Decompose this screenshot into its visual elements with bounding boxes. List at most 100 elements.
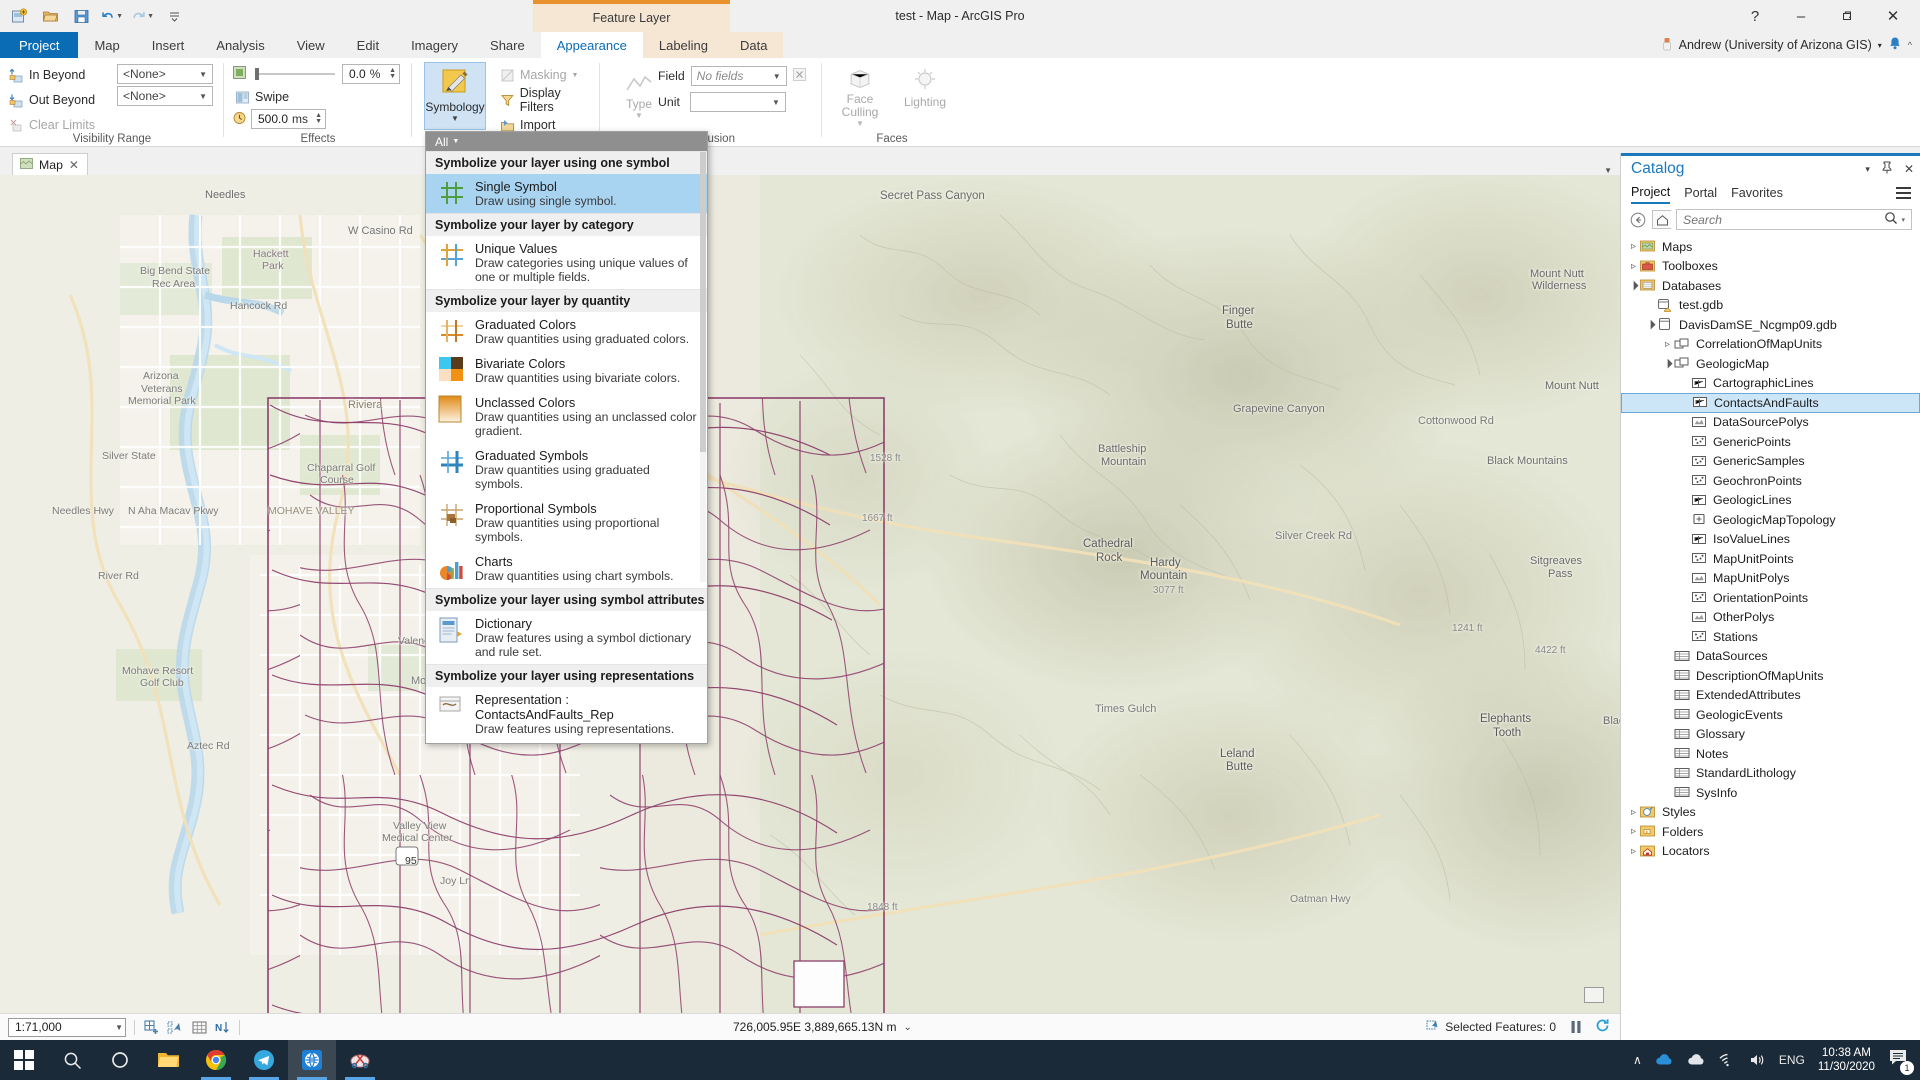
tab-appearance[interactable]: Appearance (540, 32, 643, 58)
catalog-tree-item[interactable]: MapUnitPolys (1621, 569, 1920, 589)
extrusion-field-combo[interactable]: No fields ▼ (690, 66, 787, 86)
tab-labeling[interactable]: Labeling (642, 32, 725, 58)
catalog-tree-item[interactable]: ▹ CorrelationOfMapUnits (1621, 335, 1920, 355)
account-dropdown-arrow[interactable]: ▾ (1878, 41, 1882, 50)
cloud-white-icon[interactable] (1687, 1053, 1706, 1067)
symbology-menu-scrollbar[interactable] (700, 152, 706, 582)
language-indicator[interactable]: ENG (1779, 1053, 1805, 1067)
new-project-icon[interactable] (8, 5, 30, 27)
bell-icon[interactable] (1888, 36, 1902, 54)
restore-button[interactable] (1824, 0, 1870, 32)
catalog-close-icon[interactable]: ✕ (1904, 162, 1914, 176)
clock[interactable]: 10:38 AM 11/30/2020 (1818, 1046, 1875, 1074)
catalog-tree-item[interactable]: Glossary (1621, 725, 1920, 745)
catalog-tree-item[interactable]: ◢ DavisDamSE_Ncgmp09.gdb (1621, 315, 1920, 335)
catalog-tree-item[interactable]: Stations (1621, 627, 1920, 647)
chevron-right-icon[interactable]: ▹ (1627, 846, 1640, 857)
catalog-tree-item[interactable]: GeologicEvents (1621, 705, 1920, 725)
tab-view[interactable]: View (281, 32, 341, 58)
catalog-tree-item[interactable]: Notes (1621, 744, 1920, 764)
spinner-arrows[interactable]: ▲ ▼ (389, 67, 399, 80)
out-beyond-button[interactable]: Out Beyond (6, 89, 98, 111)
tab-analysis[interactable]: Analysis (200, 32, 280, 58)
map-view-tab[interactable]: Map ✕ (12, 153, 88, 175)
in-beyond-combo[interactable]: <None> ▼ (117, 64, 213, 84)
pin-icon[interactable] (1881, 161, 1893, 177)
catalog-tree-item[interactable]: DescriptionOfMapUnits (1621, 666, 1920, 686)
catalog-tree-item[interactable]: ▹ Toolboxes (1621, 257, 1920, 277)
catalog-tree-item[interactable]: ContactsAndFaults (1621, 393, 1920, 413)
catalog-tab-favorites[interactable]: Favorites (1731, 186, 1783, 203)
catalog-tree-item[interactable]: DataSources (1621, 647, 1920, 667)
map-tab-overflow-arrow[interactable]: ▼ (1604, 166, 1612, 175)
symbology-dropdown-arrow[interactable]: ▼ (451, 114, 459, 123)
north-arrow-icon[interactable]: N (211, 1016, 235, 1038)
symbology-option-proportional-symbols[interactable]: Proportional Symbols Draw quantities usin… (426, 496, 707, 549)
transparency-spinner[interactable]: 0.0 % ▲ ▼ (342, 64, 400, 84)
out-beyond-combo[interactable]: <None> ▼ (117, 86, 213, 106)
symbology-option-single-symbol[interactable]: Single Symbol Draw using single symbol. (426, 174, 707, 213)
notification-center-button[interactable]: 1 (1888, 1048, 1914, 1075)
extrusion-unit-combo[interactable]: ▼ (689, 92, 786, 112)
back-arrow-icon[interactable] (1629, 211, 1647, 229)
catalog-tree-item[interactable]: GeologicMapTopology (1621, 510, 1920, 530)
symbology-option-bivariate-colors[interactable]: Bivariate Colors Draw quantities using bi… (426, 351, 707, 390)
tab-map[interactable]: Map (78, 32, 135, 58)
tab-insert[interactable]: Insert (136, 32, 201, 58)
chevron-right-icon[interactable]: ▹ (1627, 261, 1640, 272)
chevron-right-icon[interactable]: ▹ (1627, 826, 1640, 837)
catalog-tree-item[interactable]: MapUnitPoints (1621, 549, 1920, 569)
in-beyond-button[interactable]: In Beyond (6, 64, 98, 86)
symbology-option-unique-values[interactable]: Unique Values Draw categories using uniqu… (426, 236, 707, 289)
chrome-button[interactable] (192, 1040, 240, 1080)
tray-chevron-icon[interactable]: ∧ (1633, 1053, 1642, 1067)
catalog-menu-arrow[interactable]: ▾ (1865, 164, 1870, 175)
file-explorer-button[interactable] (144, 1040, 192, 1080)
catalog-tree-item[interactable]: ▹ Maps (1621, 237, 1920, 257)
map-attribution-icon[interactable] (1584, 987, 1604, 1003)
swipe-button[interactable]: Swipe (232, 86, 292, 108)
add-data-icon[interactable] (139, 1016, 163, 1038)
telegram-button[interactable] (240, 1040, 288, 1080)
wifi-icon[interactable] (1719, 1053, 1736, 1067)
account-name[interactable]: Andrew (University of Arizona GIS) (1679, 38, 1872, 52)
search-taskbar-button[interactable] (48, 1040, 96, 1080)
symbology-filter-button[interactable]: All ▼ (426, 132, 707, 151)
catalog-tree-item[interactable]: OrientationPoints (1621, 588, 1920, 608)
catalog-tree-item[interactable]: ▹ Styles (1621, 803, 1920, 823)
task-view-button[interactable] (96, 1040, 144, 1080)
tab-project[interactable]: Project (0, 32, 79, 58)
spinner-arrows[interactable]: ▲ ▼ (315, 112, 325, 125)
catalog-tree-item[interactable]: ExtendedAttributes (1621, 686, 1920, 706)
collapse-ribbon-icon[interactable]: ^ (1908, 40, 1912, 50)
catalog-tree-item[interactable]: ◢ Databases (1621, 276, 1920, 296)
redo-icon[interactable]: ▼ (132, 5, 154, 27)
customize-qat-icon[interactable] (163, 5, 185, 27)
symbology-option-charts[interactable]: Charts Draw quantities using chart symbol… (426, 549, 707, 588)
select-features-icon[interactable] (163, 1016, 187, 1038)
display-filters-button[interactable]: Display Filters (497, 86, 600, 114)
catalog-tree-item[interactable]: DataSourcePolys (1621, 413, 1920, 433)
search-icon[interactable] (1884, 211, 1898, 228)
tab-imagery[interactable]: Imagery (395, 32, 474, 58)
catalog-tab-portal[interactable]: Portal (1684, 186, 1717, 203)
help-button[interactable]: ? (1732, 0, 1778, 32)
catalog-tree-item[interactable]: SysInfo (1621, 783, 1920, 803)
tab-share[interactable]: Share (474, 32, 541, 58)
symbology-option-dictionary[interactable]: Dictionary Draw features using a symbol d… (426, 611, 707, 664)
coordinate-units-dropdown[interactable]: ⌄ (903, 1022, 911, 1033)
open-project-icon[interactable] (39, 5, 61, 27)
catalog-tree-item[interactable]: GenericPoints (1621, 432, 1920, 452)
catalog-tree-item[interactable]: OtherPolys (1621, 608, 1920, 628)
symbology-option-graduated-colors[interactable]: Graduated Colors Draw quantities using gr… (426, 312, 707, 351)
catalog-tree-item[interactable]: ▹ Folders (1621, 822, 1920, 842)
tab-edit[interactable]: Edit (341, 32, 395, 58)
refresh-icon[interactable] (1595, 1018, 1610, 1036)
home-icon[interactable] (1652, 210, 1671, 229)
minimize-button[interactable]: – (1778, 0, 1824, 32)
map-canvas[interactable]: Needles W Casino Rd Big Bend State Rec Area… (0, 175, 1620, 1013)
speaker-icon[interactable] (1749, 1053, 1766, 1067)
catalog-tree-item[interactable]: test.gdb (1621, 296, 1920, 316)
menu-icon[interactable] (1895, 186, 1912, 203)
map-scale-combo[interactable]: 1:71,000 ▼ (8, 1017, 126, 1037)
